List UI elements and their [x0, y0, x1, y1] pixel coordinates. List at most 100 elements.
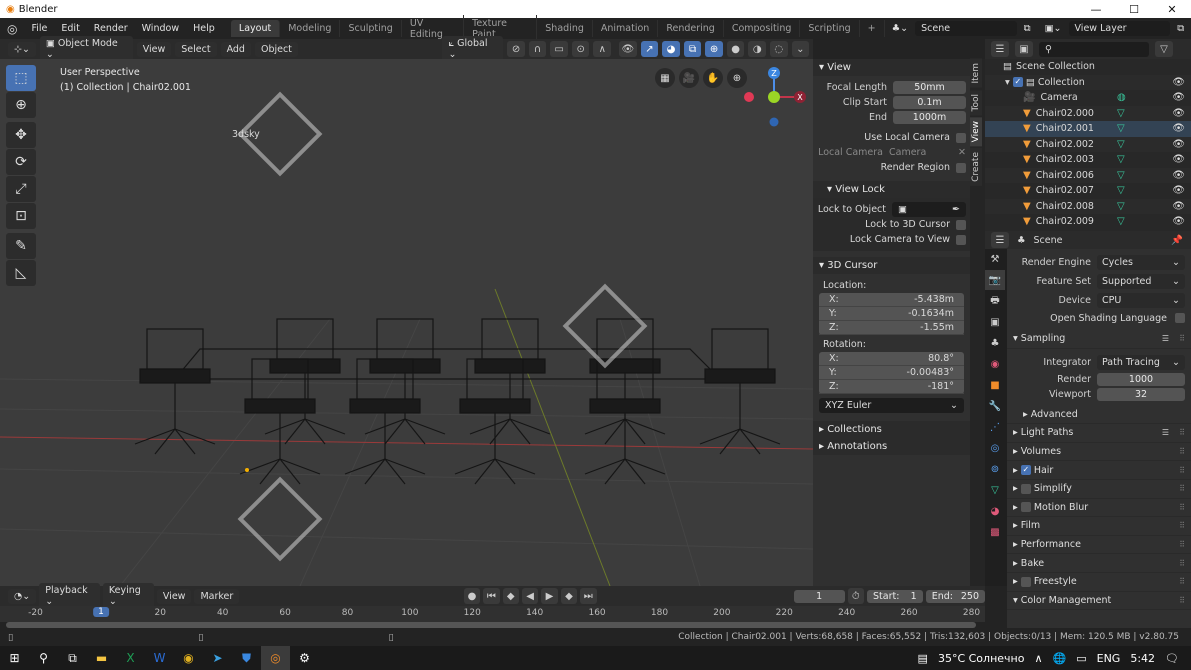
menu-object[interactable]: Object — [254, 41, 298, 57]
panel-light-paths[interactable]: ▸ Light Paths ☰ ⠿ — [1007, 424, 1191, 443]
drag-handle-icon[interactable]: ⠿ — [1179, 540, 1185, 549]
filter-icon[interactable]: ▽ — [1155, 41, 1173, 57]
3d-cursor-header[interactable]: ▾ 3D Cursor — [813, 257, 970, 274]
cursor-location-x[interactable]: X: -5.438m — [819, 293, 964, 307]
annotations-header[interactable]: ▸ Annotations — [813, 438, 970, 455]
tab-view[interactable]: View — [970, 116, 982, 147]
cursor-rotation-x[interactable]: X: 80.8° — [819, 352, 964, 366]
panel-hair[interactable]: ▸ ✓ Hair ⠿ — [1007, 461, 1191, 480]
render-tab-icon[interactable]: 📷 — [985, 270, 1005, 290]
freestyle-checkbox[interactable] — [1020, 576, 1031, 587]
mesh-data-icon[interactable]: ▽ — [1117, 154, 1125, 165]
camera-data-icon[interactable]: ◍ — [1117, 92, 1126, 103]
eye-icon[interactable]: 👁 — [1172, 185, 1185, 196]
clock[interactable]: 5:42 — [1130, 652, 1155, 665]
scale-tool[interactable]: ⤢ — [6, 176, 36, 202]
blender-taskbar-icon[interactable]: ◎ — [261, 646, 290, 670]
eyedropper-icon[interactable]: ✒ — [952, 204, 960, 215]
weather-label[interactable]: 35°C Солнечно — [938, 652, 1025, 665]
mesh-data-icon[interactable]: ▽ — [1117, 201, 1125, 212]
battery-icon[interactable]: ▭ — [1076, 652, 1086, 665]
clear-icon[interactable]: ✕ — [958, 147, 966, 158]
menu-marker[interactable]: Marker — [194, 588, 240, 604]
maximize-button[interactable]: ☐ — [1115, 3, 1153, 16]
tab-scripting[interactable]: Scripting — [800, 20, 860, 37]
outliner-item[interactable]: 🎥 Camera ◍ 👁 — [985, 90, 1191, 106]
network-icon[interactable]: 🌐 — [1053, 652, 1067, 665]
eye-icon[interactable]: 👁 — [1172, 216, 1185, 227]
menu-edit[interactable]: Edit — [54, 23, 86, 34]
proportional-edit-icon[interactable]: ⊙ — [571, 41, 590, 57]
settings-icon[interactable]: ⚙ — [290, 646, 319, 670]
tab-compositing[interactable]: Compositing — [724, 20, 801, 37]
drag-handle-icon[interactable]: ⠿ — [1179, 484, 1185, 493]
word-icon[interactable]: W — [145, 646, 174, 670]
gizmo-toggle-icon[interactable]: ↗ — [640, 41, 659, 57]
view-layer-selector[interactable]: View Layer — [1068, 21, 1171, 36]
material-tab-icon[interactable]: ◕ — [985, 501, 1005, 521]
eye-icon[interactable]: 👁 — [1172, 154, 1185, 165]
lock-to-3d-cursor-checkbox[interactable] — [956, 219, 966, 230]
view-layer-icon[interactable]: ▣⌄ — [1038, 23, 1069, 34]
drag-handle-icon[interactable]: ⠿ — [1179, 334, 1185, 343]
render-samples-field[interactable]: 1000 — [1097, 372, 1185, 386]
play-reverse-icon[interactable]: ◀ — [521, 588, 539, 604]
expand-icon[interactable]: ▾ — [1005, 77, 1013, 88]
panel-bake[interactable]: ▸ Bake ⠿ — [1007, 554, 1191, 573]
view-layer-tab-icon[interactable]: ▣ — [985, 312, 1005, 332]
record-icon[interactable]: ● — [463, 588, 481, 604]
hair-checkbox[interactable]: ✓ — [1020, 465, 1031, 476]
menu-file[interactable]: File — [24, 23, 54, 34]
collections-header[interactable]: ▸ Collections — [813, 421, 970, 438]
mesh-data-icon[interactable]: ▽ — [1117, 185, 1125, 196]
toggle-ortho-icon[interactable]: ▦ — [655, 68, 675, 88]
focal-length-field[interactable]: 50mm — [893, 81, 966, 94]
scene-icon[interactable]: ♣⌄ — [885, 23, 915, 34]
use-local-camera-checkbox[interactable] — [956, 132, 966, 143]
telegram-icon[interactable]: ➤ — [203, 646, 232, 670]
cursor-location-z[interactable]: Z: -1.55m — [819, 321, 964, 335]
view-layer-copy-icon[interactable]: ⧉ — [1170, 23, 1191, 34]
cursor-location-y[interactable]: Y: -0.1634m — [819, 307, 964, 321]
timeline-ruler[interactable]: -20 20 40 60 80 100 120 140 160 180 200 220 240 260 28… — [0, 606, 985, 622]
tab-animation[interactable]: Animation — [593, 20, 659, 37]
mesh-data-tab-icon[interactable]: ▽ — [985, 480, 1005, 500]
drag-handle-icon[interactable]: ⠿ — [1179, 447, 1185, 456]
menu-render[interactable]: Render — [87, 23, 135, 34]
physics-tab-icon[interactable]: ◎ — [985, 438, 1005, 458]
cursor-tool[interactable]: ⊕ — [6, 92, 36, 118]
shading-options-icon[interactable]: ⌄ — [791, 41, 810, 57]
chrome-icon[interactable]: ◉ — [174, 646, 203, 670]
view-panel-header[interactable]: ▾ View — [813, 59, 970, 76]
mesh-data-icon[interactable]: ▽ — [1117, 216, 1125, 227]
tab-tool[interactable]: Tool — [970, 89, 982, 115]
rotation-mode-dropdown[interactable]: XYZ Euler ⌄ — [819, 398, 964, 413]
clip-start-field[interactable]: 0.1m — [893, 96, 966, 109]
current-frame-field[interactable]: 1 — [793, 589, 845, 603]
mesh-data-icon[interactable]: ▽ — [1117, 139, 1125, 150]
drag-handle-icon[interactable]: ⠿ — [1179, 596, 1185, 605]
blender-menu-icon[interactable]: ◎ — [0, 22, 24, 36]
gizmo-neg-z-icon[interactable] — [769, 117, 779, 127]
drag-handle-icon[interactable]: ⠿ — [1179, 503, 1185, 512]
measure-tool[interactable]: ◺ — [6, 260, 36, 286]
panel-motion-blur[interactable]: ▸ Motion Blur ⠿ — [1007, 499, 1191, 518]
material-shading-icon[interactable]: ◑ — [748, 41, 766, 57]
rotate-tool[interactable]: ⟳ — [6, 149, 36, 175]
cursor-rotation-z[interactable]: Z: -181° — [819, 380, 964, 394]
panel-performance[interactable]: ▸ Performance ⠿ — [1007, 536, 1191, 555]
drag-handle-icon[interactable]: ⠿ — [1179, 559, 1185, 568]
lock-camera-to-view-checkbox[interactable] — [956, 234, 966, 245]
excel-icon[interactable]: X — [116, 646, 145, 670]
outliner-item[interactable]: ▼ Chair02.009 ▽ 👁 — [985, 214, 1191, 230]
mesh-data-icon[interactable]: ▽ — [1117, 170, 1125, 181]
render-region-checkbox[interactable] — [956, 162, 966, 173]
search-icon[interactable]: ⚲ — [29, 646, 58, 670]
scene-selector[interactable]: Scene — [915, 21, 1017, 36]
overlay-toggle-icon[interactable]: ◕ — [662, 41, 680, 57]
notifications-icon[interactable]: 🗨 — [1165, 652, 1179, 665]
menu-view[interactable]: View — [136, 41, 172, 57]
local-camera-field[interactable]: Camera — [889, 147, 958, 158]
properties-editor-icon[interactable]: ☰ — [991, 232, 1009, 248]
snap-icon[interactable]: ∩ — [528, 41, 547, 57]
